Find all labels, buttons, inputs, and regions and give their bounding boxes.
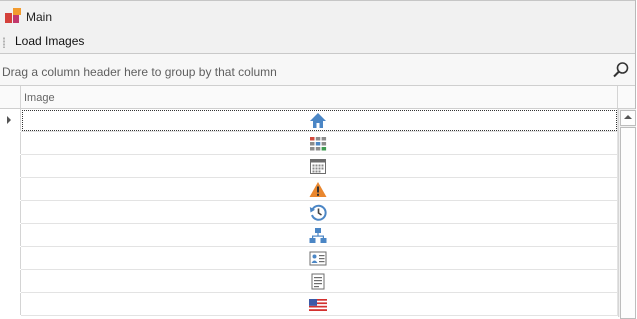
image-cell[interactable] [21,293,618,316]
search-icon[interactable] [612,61,630,79]
vertical-scrollbar[interactable] [618,109,636,319]
scrollbar-thumb[interactable] [620,127,636,319]
title-bar: Main [0,0,635,32]
image-cell[interactable] [21,178,618,201]
row-indicator [0,201,21,223]
column-header-label: Image [24,92,55,104]
load-images-button[interactable]: Load Images [15,34,84,48]
table-row[interactable] [0,293,618,316]
focused-row-arrow-icon [7,116,11,124]
table-row[interactable] [0,109,618,132]
toolbar: Load Images [0,31,635,54]
row-indicator [0,155,21,177]
history-icon [309,204,327,221]
calendar-icon [310,159,326,174]
toolbar-grip-handle[interactable] [3,37,5,48]
image-cell[interactable] [21,201,618,224]
row-indicator [0,270,21,292]
table-row[interactable] [0,224,618,247]
table-row[interactable] [0,247,618,270]
column-header-image[interactable]: Image [21,86,618,108]
app-logo-icon [5,8,22,25]
grid-rows [0,109,618,317]
image-cell[interactable] [21,270,618,293]
org-chart-icon [309,228,327,243]
table-row[interactable] [0,178,618,201]
group-panel: Drag a column header here to group by th… [0,54,635,86]
row-indicator [0,109,21,131]
table-row[interactable] [0,155,618,178]
table-row[interactable] [0,201,618,224]
image-cell[interactable] [21,224,618,247]
main-window: Main Load Images Drag a column header he… [0,0,636,319]
us-flag-icon [309,299,327,311]
window-title: Main [26,10,53,24]
grid-header: Image [0,86,635,109]
image-cell[interactable] [21,247,618,270]
table-row[interactable] [0,132,618,155]
row-indicator [0,293,21,315]
group-panel-hint: Drag a column header here to group by th… [2,65,277,79]
row-indicator [0,247,21,269]
row-indicator-header [0,86,21,108]
document-icon [311,273,325,290]
row-indicator [0,224,21,246]
row-indicator [0,132,21,154]
home-icon [310,113,326,128]
table-row[interactable] [0,270,618,293]
warning-icon [309,182,327,197]
image-cell[interactable] [21,109,618,132]
scroll-up-arrow-icon[interactable] [620,110,636,126]
image-cell[interactable] [21,155,618,178]
tiles-icon [310,137,327,151]
contact-card-icon [309,251,327,266]
row-indicator [0,178,21,200]
image-cell[interactable] [21,132,618,155]
